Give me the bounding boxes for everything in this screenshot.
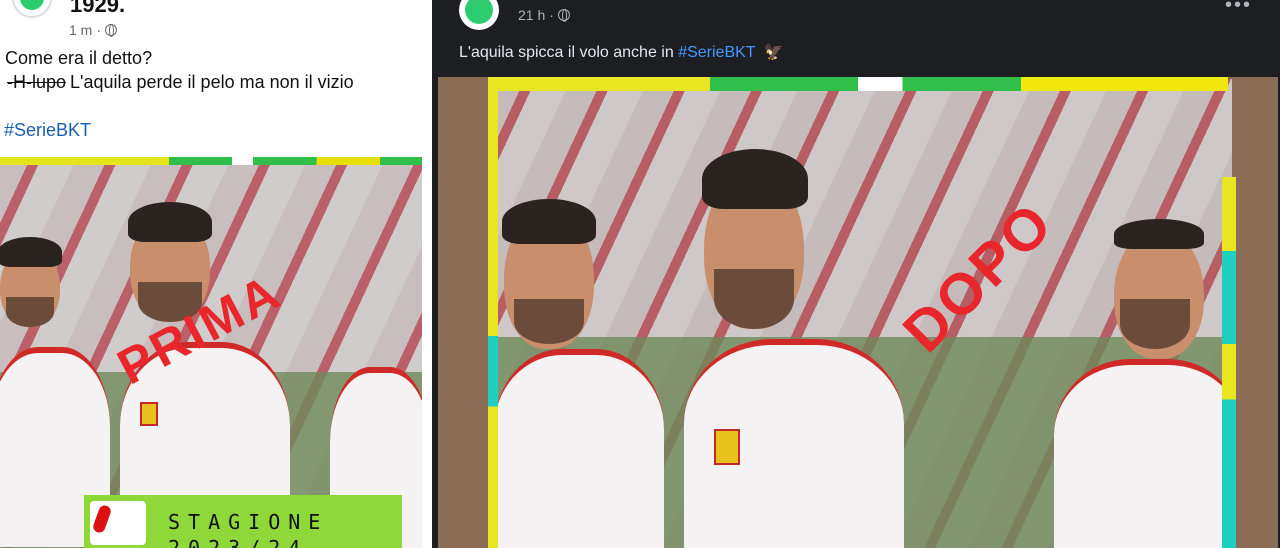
serie-b-logo-icon: [90, 501, 146, 545]
more-options-icon[interactable]: •••: [1225, 0, 1252, 17]
hashtag-link[interactable]: #SerieBKT: [4, 120, 91, 141]
player-figure: [1054, 219, 1232, 548]
left-post: 1929. 1 m · Come era il detto? -H-lupo L'…: [0, 0, 432, 548]
post-text-main: L'aquila perde il pelo ma non il vizio: [70, 72, 354, 92]
league-color-stripe: [488, 77, 498, 548]
league-color-bar: [488, 77, 1228, 91]
league-color-stripe: [1222, 177, 1236, 548]
post-time[interactable]: 1 m: [69, 22, 92, 38]
hashtag-link[interactable]: #SerieBKT: [678, 44, 755, 61]
page-avatar[interactable]: [459, 0, 499, 30]
post-meta: 1 m ·: [69, 22, 118, 38]
meta-separator: ·: [549, 7, 554, 23]
post-text-line-2: -H-lupo L'aquila perde il pelo ma non il …: [7, 72, 354, 93]
player-figure: [674, 149, 914, 548]
eagle-emoji: 🦅: [763, 44, 784, 61]
caption-text: L'aquila spicca il volo anche in: [459, 44, 674, 61]
page-avatar[interactable]: [12, 0, 52, 18]
post-time[interactable]: 21 h: [518, 7, 545, 23]
photo-frame: [494, 79, 1232, 548]
player-figure: [494, 199, 664, 548]
struck-text: -H-lupo: [7, 72, 67, 92]
post-text-line-1: Come era il detto?: [5, 48, 153, 68]
meta-separator: ·: [96, 22, 102, 38]
globe-icon: [105, 24, 118, 37]
post-image[interactable]: [438, 77, 1278, 548]
season-years: 2023/24: [168, 536, 309, 548]
right-post: 21 h · ••• L'aquila spicca il volo anche…: [432, 0, 1280, 548]
league-color-bar: [0, 157, 422, 165]
post-meta: 21 h ·: [518, 7, 570, 23]
post-caption: L'aquila spicca il volo anche in #SerieB…: [459, 42, 784, 62]
season-label: STAGIONE: [168, 510, 329, 534]
globe-icon: [557, 9, 570, 22]
post-title-fragment: 1929.: [70, 0, 126, 17]
season-banner: STAGIONE 2023/24: [84, 495, 402, 548]
